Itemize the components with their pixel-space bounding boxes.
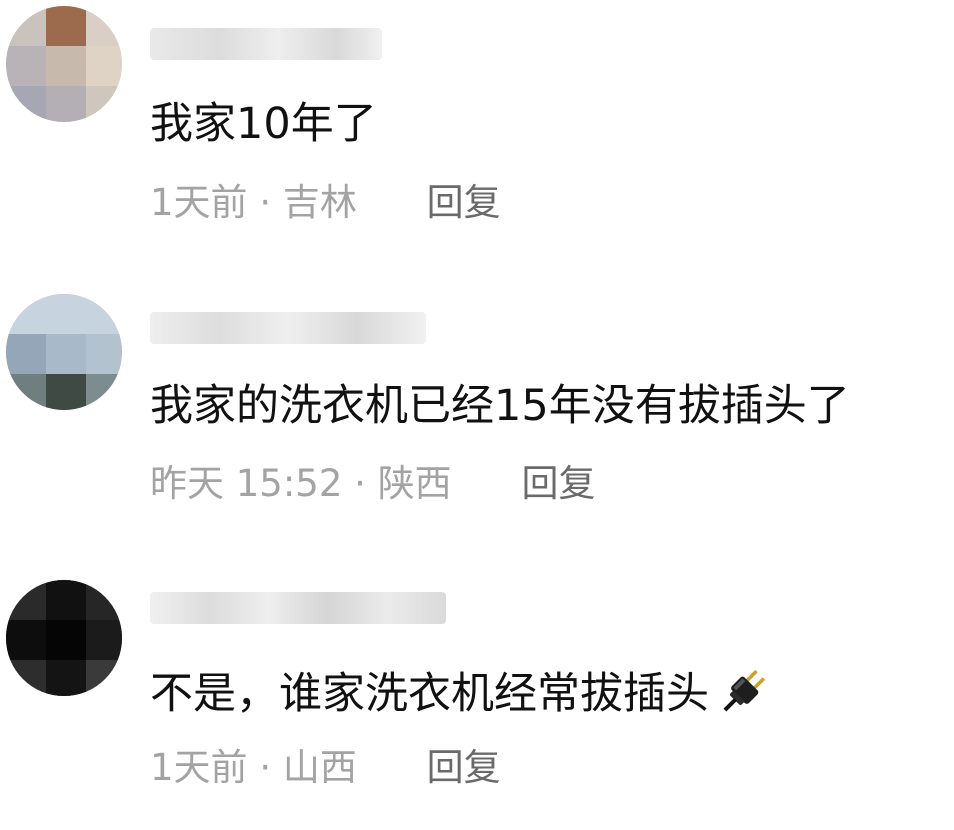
meta-separator: · [354,462,366,505]
comment-text: 我家10年了 [150,99,377,149]
comment-time: 昨天 15:52 [150,462,343,505]
comment-text: 我家的洗衣机已经15年没有拔插头了 [150,381,850,431]
avatar[interactable] [6,294,122,410]
comment-time: 1天前 [150,746,248,789]
meta-separator: · [259,181,272,224]
comment-item: 我家的洗衣机已经15年没有拔插头了 昨天 15:52 · 陕西 回复 [0,290,954,550]
reply-button[interactable]: 回复 [521,462,595,505]
reply-button[interactable]: 回复 [427,746,501,789]
comment-text-body: 不是，谁家洗衣机经常拔插头 [150,669,709,719]
comment-location: 山西 [282,746,357,789]
avatar[interactable] [6,580,122,696]
comment-meta: 1天前 · 山西 回复 [150,746,501,790]
username-blurred[interactable] [150,592,446,624]
username-blurred[interactable] [150,28,382,60]
comment-item: 不是，谁家洗衣机经常拔插头 1天前 · 山西 回复 [0,570,954,830]
comment-meta: 1天前 · 吉林 回复 [150,181,501,225]
comment-text: 不是，谁家洗衣机经常拔插头 [150,662,773,734]
comment-time: 1天前 [150,181,248,224]
comment-item: 我家10年了 1天前 · 吉林 回复 [0,0,954,260]
comment-location: 吉林 [282,181,357,224]
reply-button[interactable]: 回复 [427,181,501,224]
meta-separator: · [259,746,272,789]
username-blurred[interactable] [150,312,426,344]
electric-plug-icon [715,662,773,734]
avatar[interactable] [6,6,122,122]
comment-location: 陕西 [377,462,452,505]
comment-meta: 昨天 15:52 · 陕西 回复 [150,462,595,506]
